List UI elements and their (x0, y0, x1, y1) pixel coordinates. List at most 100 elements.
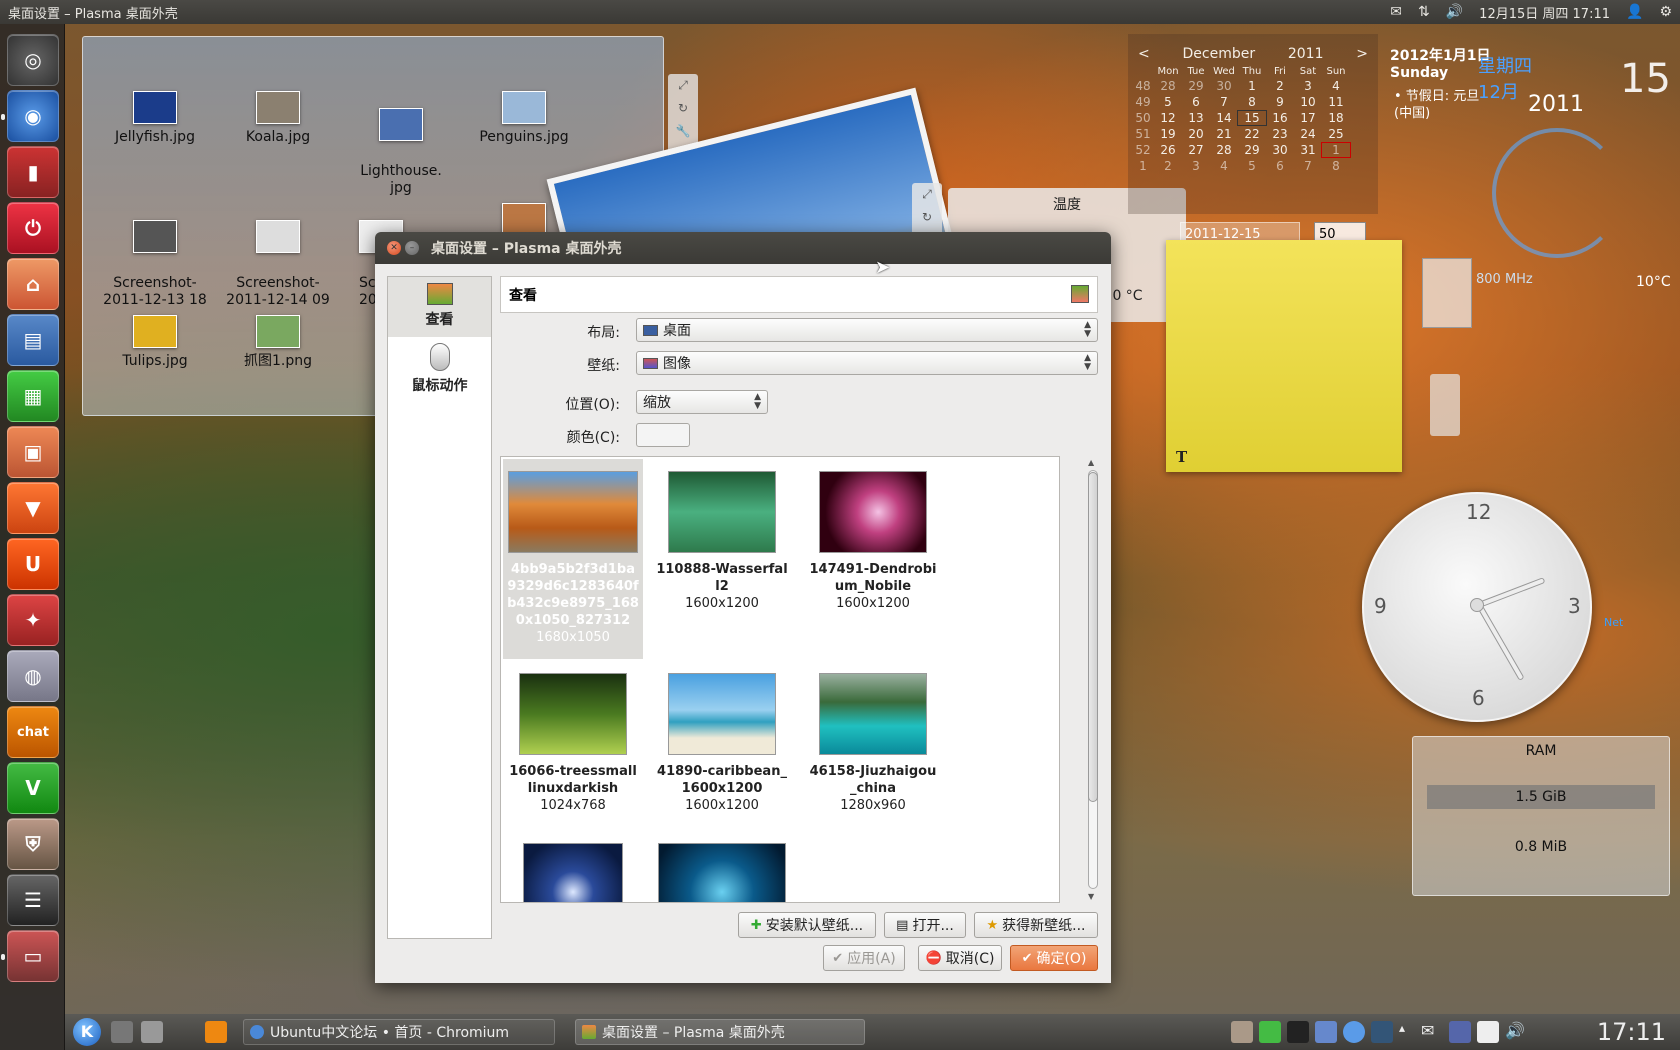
security-icon[interactable]: ⛨ (7, 818, 59, 870)
calendar-day[interactable]: 30 (1210, 79, 1238, 93)
home-folder-icon[interactable]: ⌂ (7, 258, 59, 310)
calendar-day[interactable]: 2 (1266, 79, 1294, 93)
calendar-day[interactable]: 5 (1154, 95, 1182, 109)
calendar-day[interactable]: 10 (1294, 95, 1322, 109)
calendar-day[interactable]: 26 (1154, 143, 1182, 157)
display-icon[interactable] (1371, 1021, 1393, 1043)
month-label[interactable]: December (1182, 46, 1255, 62)
taskbar-item-chromium[interactable]: Ubuntu中文论坛 • 首页 - Chromium (243, 1019, 555, 1045)
ubuntu-one-u-icon[interactable]: U (7, 538, 59, 590)
wallpaper-item[interactable]: 4bb9a5b2f3d1ba9329d6c1283640fb432c9e8975… (503, 459, 643, 659)
settings-icon[interactable]: ✦ (7, 594, 59, 646)
calendar-day-today[interactable]: 15 (1237, 110, 1267, 126)
calendar-day[interactable]: 6 (1266, 159, 1294, 173)
chat-icon[interactable]: chat (7, 706, 59, 758)
rotate-icon[interactable]: ↻ (912, 206, 942, 229)
scroll-thumb[interactable] (1088, 472, 1098, 802)
wallpaper-item[interactable]: 46158-Jiuzhaigou_china 1280x960 (803, 661, 943, 814)
calendar-day[interactable]: 1 (1238, 79, 1266, 93)
calendar-day[interactable]: 2 (1154, 159, 1182, 173)
rotate-icon[interactable]: ↻ (668, 97, 698, 120)
files-icon[interactable]: ☰ (7, 874, 59, 926)
calendar-day[interactable]: 8 (1322, 159, 1350, 173)
calendar-day[interactable]: 12 (1154, 111, 1182, 125)
calendar-day[interactable]: 3 (1294, 79, 1322, 93)
calendar-day[interactable]: 29 (1182, 79, 1210, 93)
calendar-day[interactable]: 3 (1182, 159, 1210, 173)
scroll-up-icon[interactable]: ▲ (1088, 458, 1094, 467)
sticky-note-widget[interactable]: T (1166, 240, 1402, 472)
wallpaper-select[interactable]: 图像 ▲ ▼ (636, 351, 1098, 375)
wallpaper-item[interactable]: 147491-Dendrobium_Nobile 1600x1200 (803, 459, 943, 612)
calendar-day[interactable]: 5 (1238, 159, 1266, 173)
calendar-day[interactable]: 4 (1210, 159, 1238, 173)
file-item[interactable]: Screenshot- 2011-12-14 09 (218, 203, 338, 326)
calendar-day[interactable]: 17 (1294, 111, 1322, 125)
pager-icon[interactable] (141, 1021, 163, 1043)
calendar-day[interactable]: 18 (1322, 111, 1350, 125)
calendar-day[interactable]: 6 (1182, 95, 1210, 109)
file-item[interactable]: Screenshot- 2011-12-13 18 (95, 203, 215, 326)
resize-icon[interactable]: ⤢ (912, 183, 942, 206)
wallpaper-item[interactable]: 16066-treessmalllinuxdarkish 1024x768 (503, 661, 643, 814)
calendar-day[interactable]: 25 (1322, 127, 1350, 141)
notes-icon[interactable] (1315, 1021, 1337, 1043)
vim-icon[interactable] (1259, 1021, 1281, 1043)
display-icon[interactable]: ▭ (7, 930, 59, 982)
calendar-day[interactable]: 28 (1154, 79, 1182, 93)
panel-datetime[interactable]: 12月15日 周四 17:11 (1471, 0, 1618, 24)
ubuntu-one-icon[interactable]: ▮ (7, 146, 59, 198)
year-label[interactable]: 2011 (1288, 46, 1324, 62)
chromium-icon[interactable]: ◉ (7, 90, 59, 142)
calendar-day[interactable]: 30 (1266, 143, 1294, 157)
open-button[interactable]: ▤ 打开... (884, 912, 966, 938)
calendar-day[interactable]: 22 (1238, 127, 1266, 141)
volume-icon[interactable]: 🔊 (1505, 1021, 1527, 1043)
install-default-wallpaper-button[interactable]: ✚ 安装默认壁纸... (738, 912, 876, 938)
calendar-day[interactable]: 27 (1182, 143, 1210, 157)
software-center-icon[interactable]: ▼ (7, 482, 59, 534)
wrench-icon[interactable]: 🔧 (668, 120, 698, 143)
calendar-day[interactable]: 19 (1154, 127, 1182, 141)
volume-icon[interactable]: 🔊 (1438, 0, 1471, 24)
layout-select[interactable]: 桌面 ▲ ▼ (636, 318, 1098, 342)
arrow-up-icon[interactable]: ▴ (1399, 1021, 1421, 1043)
calc-icon[interactable]: ▦ (7, 370, 59, 422)
cancel-button[interactable]: ⛔ 取消(C) (918, 945, 1002, 971)
wallpaper-item[interactable]: 41890-caribbean_1600x1200 1600x1200 (652, 661, 792, 814)
dash-home-icon[interactable]: ◎ (7, 34, 59, 86)
security-icon[interactable] (1231, 1021, 1253, 1043)
scroll-down-icon[interactable]: ▼ (1088, 892, 1094, 901)
calendar-day[interactable]: 29 (1238, 143, 1266, 157)
impress-icon[interactable]: ▣ (7, 426, 59, 478)
calendar-day[interactable]: 4 (1322, 79, 1350, 93)
battery-icon[interactable] (1477, 1021, 1499, 1043)
webcam-icon[interactable]: ◍ (7, 650, 59, 702)
next-month-button[interactable]: > (1356, 46, 1368, 62)
position-select[interactable]: 缩放 ▲ ▼ (636, 390, 768, 414)
calendar-day[interactable]: 9 (1266, 95, 1294, 109)
calendar-day[interactable]: 21 (1210, 127, 1238, 141)
wallpaper-item[interactable]: 110888-Wasserfall2 1600x1200 (652, 459, 792, 612)
text-format-icon[interactable]: T (1176, 448, 1187, 466)
wallpaper-item[interactable] (503, 843, 643, 902)
chromium-icon[interactable] (1343, 1021, 1365, 1043)
calendar-day[interactable]: 8 (1238, 95, 1266, 109)
vim-icon[interactable]: V (7, 762, 59, 814)
file-item[interactable]: Lighthouse. jpg (341, 91, 461, 214)
widget-handle[interactable] (1430, 374, 1460, 436)
calendar-day[interactable]: 7 (1210, 95, 1238, 109)
network-icon[interactable]: ⇅ (1410, 0, 1438, 24)
shutdown-icon[interactable]: ⏻ (7, 202, 59, 254)
calendar-day[interactable]: 11 (1322, 95, 1350, 109)
calendar-day[interactable]: 24 (1294, 127, 1322, 141)
taskbar-item-desktop-settings[interactable]: 桌面设置 – Plasma 桌面外壳 (575, 1019, 865, 1045)
kde-menu-icon[interactable]: K (73, 1018, 101, 1046)
gear-icon[interactable]: ⚙ (1651, 0, 1680, 24)
file-item[interactable]: Jellyfish.jpg (95, 91, 215, 146)
sidebar-item-mouse-actions[interactable]: 鼠标动作 (388, 337, 491, 397)
calendar-day[interactable]: 23 (1266, 127, 1294, 141)
calendar-day[interactable]: 31 (1294, 143, 1322, 157)
file-item[interactable]: Koala.jpg (218, 91, 338, 146)
dialog-titlebar[interactable]: ✕ – 桌面设置 – Plasma 桌面外壳 (375, 232, 1111, 264)
